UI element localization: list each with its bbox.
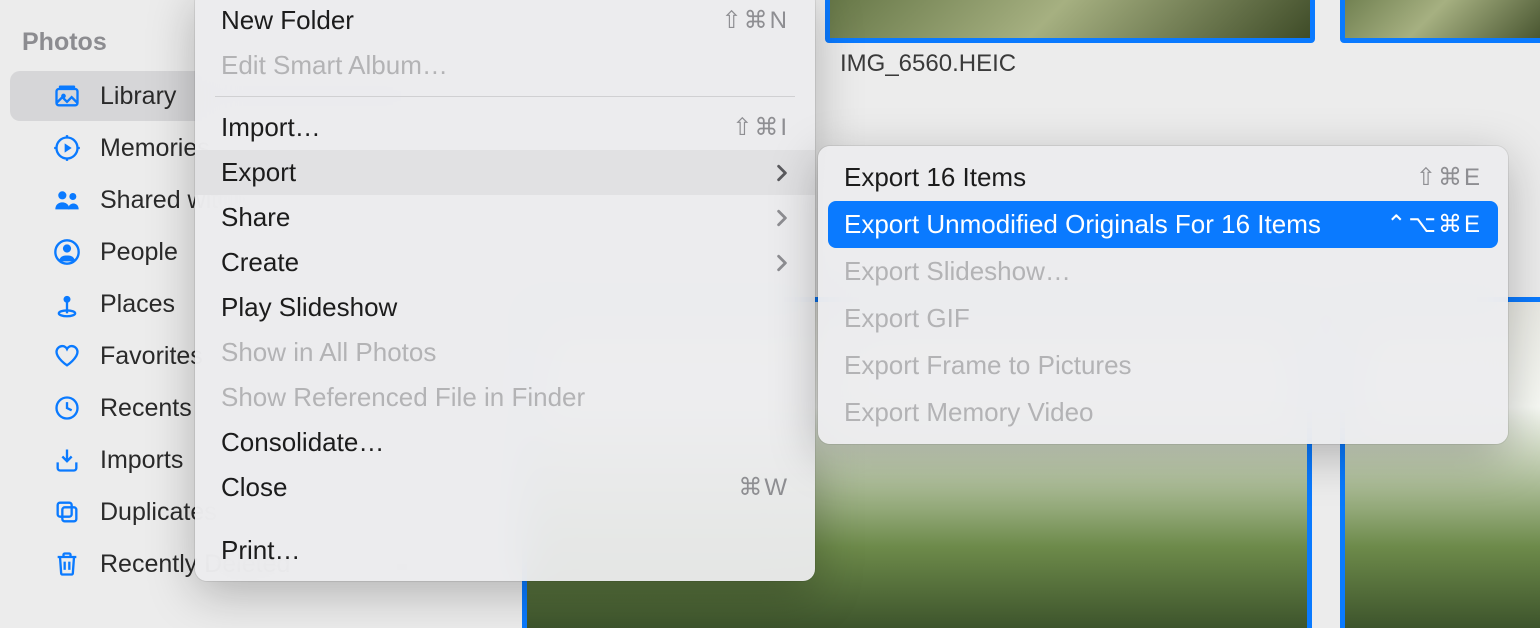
menu-item-label: Export Slideshow… xyxy=(844,256,1071,287)
menu-item-label: Show in All Photos xyxy=(221,337,436,368)
menu-item-label: Share xyxy=(221,202,290,233)
library-icon xyxy=(52,81,82,111)
menu-item-consolidate[interactable]: Consolidate… xyxy=(195,420,815,465)
submenu-item-export-frame: Export Frame to Pictures xyxy=(818,342,1508,389)
export-submenu: Export 16 Items ⇧⌘E Export Unmodified Or… xyxy=(818,146,1508,444)
menu-item-export[interactable]: Export xyxy=(195,150,815,195)
submenu-item-export-slideshow: Export Slideshow… xyxy=(818,248,1508,295)
menu-item-import[interactable]: Import… ⇧⌘I xyxy=(195,105,815,150)
menu-item-show-referenced-file: Show Referenced File in Finder xyxy=(195,375,815,420)
sidebar-item-label: Library xyxy=(100,82,176,111)
menu-item-label: New Folder xyxy=(221,5,354,36)
menu-item-label: Export GIF xyxy=(844,303,970,334)
menu-spacer xyxy=(195,510,815,528)
sidebar-item-label: People xyxy=(100,238,178,267)
menu-item-edit-smart-album: Edit Smart Album… xyxy=(195,43,815,88)
menu-item-label: Export Frame to Pictures xyxy=(844,350,1132,381)
menu-item-play-slideshow[interactable]: Play Slideshow xyxy=(195,285,815,330)
menu-item-label: Play Slideshow xyxy=(221,292,397,323)
sidebar-item-label: Imports xyxy=(100,446,183,475)
menu-item-create[interactable]: Create xyxy=(195,240,815,285)
imports-icon xyxy=(52,445,82,475)
menu-item-label: Export xyxy=(221,157,296,188)
menu-separator xyxy=(215,96,795,97)
duplicates-icon xyxy=(52,497,82,527)
file-menu: New Folder ⇧⌘N Edit Smart Album… Import…… xyxy=(195,0,815,581)
shared-icon xyxy=(52,185,82,215)
menu-item-label: Close xyxy=(221,472,287,503)
menu-shortcut: ⇧⌘E xyxy=(1416,163,1482,192)
trash-icon xyxy=(52,549,82,579)
menu-item-new-folder[interactable]: New Folder ⇧⌘N xyxy=(195,0,815,43)
sidebar-item-label: Places xyxy=(100,290,175,319)
menu-item-show-in-all-photos: Show in All Photos xyxy=(195,330,815,375)
menu-item-label: Consolidate… xyxy=(221,427,384,458)
sidebar-item-label: Memories xyxy=(100,134,210,163)
recents-icon xyxy=(52,393,82,423)
menu-item-label: Print… xyxy=(221,535,300,566)
chevron-right-icon xyxy=(775,209,789,227)
submenu-item-export-items[interactable]: Export 16 Items ⇧⌘E xyxy=(818,154,1508,201)
menu-shortcut: ⇧⌘N xyxy=(722,6,789,35)
submenu-item-export-gif: Export GIF xyxy=(818,295,1508,342)
sidebar-item-label: Favorites xyxy=(100,342,203,371)
menu-item-label: Export 16 Items xyxy=(844,162,1026,193)
favorites-icon xyxy=(52,341,82,371)
people-icon xyxy=(52,237,82,267)
photo-thumbnail[interactable] xyxy=(825,0,1315,43)
menu-item-label: Edit Smart Album… xyxy=(221,50,448,81)
thumbnail-caption: IMG_6560.HEIC xyxy=(840,50,1016,78)
menu-item-close[interactable]: Close ⌘W xyxy=(195,465,815,510)
menu-shortcut: ⌘W xyxy=(738,473,789,502)
menu-item-print[interactable]: Print… xyxy=(195,528,815,573)
menu-item-share[interactable]: Share xyxy=(195,195,815,240)
places-icon xyxy=(52,289,82,319)
chevron-right-icon xyxy=(775,164,789,182)
menu-item-label: Show Referenced File in Finder xyxy=(221,382,585,413)
photo-thumbnail[interactable] xyxy=(1340,0,1540,43)
menu-item-label: Create xyxy=(221,247,299,278)
menu-item-label: Import… xyxy=(221,112,321,143)
menu-shortcut: ⇧⌘I xyxy=(732,113,789,142)
menu-shortcut: ⌃⌥⌘E xyxy=(1386,210,1482,239)
menu-item-label: Export Memory Video xyxy=(844,397,1094,428)
menu-item-label: Export Unmodified Originals For 16 Items xyxy=(844,209,1321,240)
submenu-item-export-memory-video: Export Memory Video xyxy=(818,389,1508,436)
chevron-right-icon xyxy=(775,254,789,272)
memories-icon xyxy=(52,133,82,163)
sidebar-item-label: Recents xyxy=(100,394,192,423)
submenu-item-export-unmodified[interactable]: Export Unmodified Originals For 16 Items… xyxy=(828,201,1498,248)
